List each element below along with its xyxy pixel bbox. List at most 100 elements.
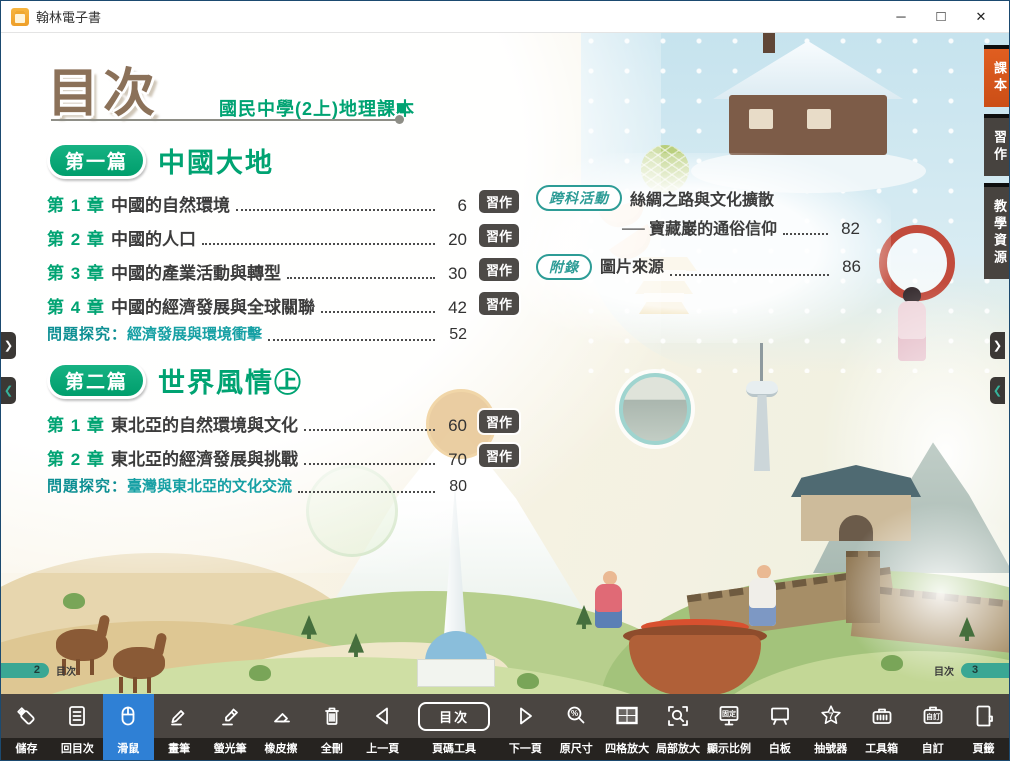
extra-badge: 附錄: [536, 254, 592, 280]
left-page-footer: 2 目次: [1, 663, 76, 678]
toc-row-explore[interactable]: 問題探究： 經濟發展與環境衝擊 52: [47, 323, 467, 345]
workbook-badge[interactable]: 習作: [479, 444, 519, 467]
toc-row[interactable]: 第 4 章 中國的經濟發展與全球關聯 42 習作: [47, 293, 467, 317]
star-number-icon: 7: [818, 694, 844, 738]
title-rule: [51, 119, 399, 121]
ebook-app-window: 翰林電子書 ─ □ ✕: [0, 0, 1010, 761]
section-header: 第一篇 中國大地: [47, 143, 467, 177]
side-tabs: 課本 習作 教學資源: [984, 45, 1009, 279]
toc-row[interactable]: 第 2 章 東北亞的經濟發展與挑戰 70 習作: [47, 445, 467, 469]
illustration-camel: [113, 647, 165, 679]
toc-row[interactable]: 第 2 章 中國的人口 20 習作: [47, 225, 467, 249]
toc-row-explore[interactable]: 問題探究： 臺灣與東北亞的文化交流 80: [47, 475, 467, 497]
right-page-number-pill: 3: [961, 663, 1009, 678]
next-page-icon: [512, 694, 538, 738]
dot-leader: [304, 429, 435, 431]
illustration-house-window: [807, 109, 831, 129]
chapter-title: 中國的經濟發展與全球關聯: [111, 293, 315, 318]
page-number-tool-button[interactable]: 目次 頁碼工具: [408, 694, 500, 760]
extra-entry[interactable]: 跨科活動 絲綢之路與文化擴散 ── 寶藏巖的通俗信仰 82: [536, 185, 861, 239]
tab-textbook[interactable]: 課本: [984, 45, 1009, 107]
quad-zoom-button[interactable]: 四格放大: [602, 694, 653, 760]
previous-page-button[interactable]: 上一頁: [357, 694, 408, 760]
chapter-title: 中國的人口: [111, 225, 196, 250]
workbook-badge[interactable]: 習作: [479, 292, 519, 315]
chapter-prefix: 第 1 章: [47, 191, 111, 216]
illustration-photo-vignette: [619, 373, 691, 445]
svg-text:%: %: [571, 709, 578, 718]
chapter-title: 東北亞的經濟發展與挑戰: [111, 445, 298, 470]
chapter-title: 中國的產業活動與轉型: [111, 259, 281, 284]
bush-icon: [249, 665, 271, 681]
bottom-toolbar: 儲存 回目次 滑鼠 畫筆 螢光筆: [1, 694, 1009, 760]
illustration-monument-base: [417, 659, 495, 687]
workbook-badge[interactable]: 習作: [479, 410, 519, 433]
toc-row[interactable]: 第 3 章 中國的產業活動與轉型 30 習作: [47, 259, 467, 283]
chapter-title: 東北亞的自然環境與文化: [111, 411, 298, 436]
usb-save-icon: [13, 694, 39, 738]
section-badge: 第一篇: [47, 142, 146, 179]
workbook-badge[interactable]: 習作: [479, 258, 519, 281]
save-button[interactable]: 儲存: [1, 694, 52, 760]
toc-row[interactable]: 第 1 章 中國的自然環境 6 習作: [47, 191, 467, 215]
toc-list-icon: [64, 694, 90, 738]
region-zoom-button[interactable]: 局部放大: [653, 694, 704, 760]
toc-row[interactable]: 第 1 章 東北亞的自然環境與文化 60 習作: [47, 411, 467, 435]
highlighter-tool-button[interactable]: 螢光筆: [205, 694, 256, 760]
extra-badge: 跨科活動: [536, 185, 622, 211]
right-panel-collapse-button[interactable]: ❮: [990, 377, 1005, 404]
tab-teaching-resources[interactable]: 教學資源: [984, 183, 1009, 279]
left-panel-expand-button[interactable]: ❯: [1, 332, 16, 359]
dot-leader: [287, 277, 435, 279]
illustration-person: [595, 584, 622, 628]
svg-text:自訂: 自訂: [926, 712, 940, 721]
left-page-label: 目次: [56, 663, 76, 678]
page-number: 86: [835, 257, 861, 277]
pen-tool-button[interactable]: 畫筆: [154, 694, 205, 760]
quad-zoom-icon: [614, 694, 640, 738]
right-page-label: 目次: [934, 663, 954, 678]
page-number: 20: [441, 230, 467, 250]
page-number: 70: [441, 450, 467, 470]
tab-workbook[interactable]: 習作: [984, 114, 1009, 176]
explore-title: 經濟發展與環境衝擊: [127, 323, 262, 344]
page-number: 42: [441, 298, 467, 318]
page-title: 目次: [47, 51, 159, 126]
workbook-badge[interactable]: 習作: [479, 224, 519, 247]
left-panel-collapse-button[interactable]: ❮: [1, 377, 16, 404]
illustration-house-window: [749, 109, 773, 129]
delete-all-button[interactable]: 全刪: [306, 694, 357, 760]
maximize-button[interactable]: □: [921, 2, 961, 32]
extra-entry[interactable]: 附錄 圖片來源 86: [536, 253, 861, 280]
toc-left-column: 第一篇 中國大地 第 1 章 中國的自然環境 6 習作 第 2 章 中國的人口 …: [47, 143, 467, 497]
prev-page-icon: [370, 694, 396, 738]
display-ratio-button[interactable]: 固定 顯示比例: [704, 694, 755, 760]
page-number: 6: [441, 196, 467, 216]
illustration-person: [749, 578, 776, 626]
bush-icon: [517, 673, 539, 689]
minimize-button[interactable]: ─: [881, 2, 921, 32]
page-tabs-button[interactable]: 頁籤: [958, 694, 1009, 760]
page-number: 52: [441, 326, 467, 344]
section-badge: 第二篇: [47, 362, 146, 399]
dot-leader: [268, 339, 435, 341]
page-subtitle: 國民中學(2上)地理課本: [219, 95, 415, 121]
mouse-tool-button[interactable]: 滑鼠: [103, 694, 154, 760]
workbook-badge[interactable]: 習作: [479, 190, 519, 213]
toc-extras-column: 跨科活動 絲綢之路與文化擴散 ── 寶藏巖的通俗信仰 82 附錄 圖片來源 86: [536, 185, 861, 280]
page-number: 80: [441, 478, 467, 496]
back-to-toc-button[interactable]: 回目次: [52, 694, 103, 760]
bookmark-book-icon: [971, 694, 997, 738]
number-picker-button[interactable]: 7 抽號器: [805, 694, 856, 760]
eraser-tool-button[interactable]: 橡皮擦: [256, 694, 307, 760]
close-button[interactable]: ✕: [961, 2, 1001, 32]
original-size-button[interactable]: % 原尺寸: [551, 694, 602, 760]
whiteboard-button[interactable]: 白板: [754, 694, 805, 760]
right-panel-expand-button[interactable]: ❯: [990, 332, 1005, 359]
toolbox-button[interactable]: 工具箱: [856, 694, 907, 760]
illustration-chimney: [763, 33, 775, 53]
pen-icon: [166, 694, 192, 738]
svg-text:7: 7: [828, 711, 833, 721]
next-page-button[interactable]: 下一頁: [500, 694, 551, 760]
custom-tools-button[interactable]: 自訂 自訂: [907, 694, 958, 760]
